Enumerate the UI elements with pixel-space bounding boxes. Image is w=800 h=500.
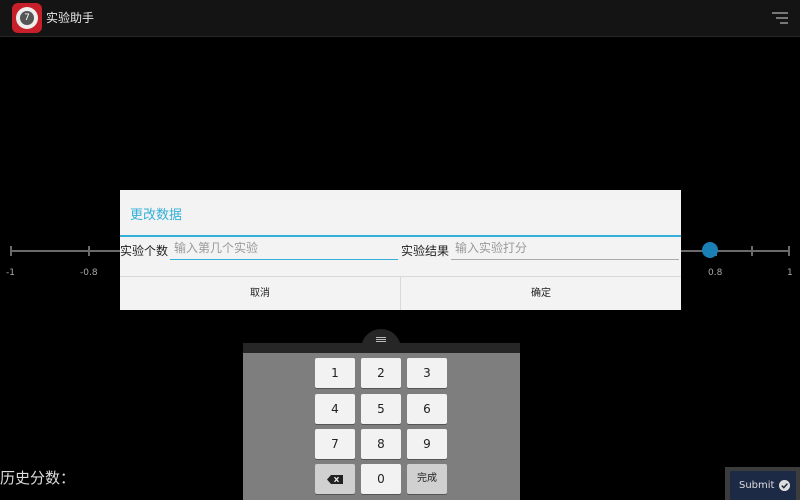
overflow-menu-icon[interactable] (772, 11, 788, 25)
key-4[interactable]: 4 (315, 394, 355, 424)
app-icon-badge: 7 (20, 11, 34, 25)
slider-tick (88, 246, 90, 256)
done-key[interactable]: 完成 (407, 464, 447, 494)
key-9[interactable]: 9 (407, 429, 447, 459)
experiment-result-input[interactable] (451, 238, 681, 258)
submit-label: Submit (739, 480, 775, 491)
keyboard-top-bar (243, 343, 520, 353)
experiment-number-input[interactable] (170, 238, 400, 258)
slider-tick (10, 246, 12, 256)
submit-container: Submit (725, 467, 800, 500)
key-2[interactable]: 2 (361, 358, 401, 388)
slider-tick-label: -0.8 (80, 268, 98, 278)
check-icon (779, 480, 790, 491)
slider-tick (788, 246, 790, 256)
key-6[interactable]: 6 (407, 394, 447, 424)
cancel-button[interactable]: 取消 (120, 277, 400, 310)
experiment-result-underline (451, 259, 679, 260)
ok-button[interactable]: 确定 (401, 277, 681, 310)
app-title: 实验助手 (46, 11, 95, 25)
numeric-keyboard: 1 2 3 4 5 6 7 8 9 0 完成 (243, 353, 520, 500)
backspace-icon (327, 475, 343, 484)
key-3[interactable]: 3 (407, 358, 447, 388)
slider-tick-label: 0.8 (708, 268, 723, 278)
slider-tick-label: 1 (787, 268, 793, 278)
experiment-number-underline (170, 259, 398, 260)
key-0[interactable]: 0 (361, 464, 401, 494)
experiment-number-label: 实验个数 (120, 244, 169, 258)
action-bar: 7 实验助手 (0, 0, 800, 37)
edit-data-dialog: 更改数据 实验个数 实验结果 取消 确定 (120, 190, 681, 310)
key-7[interactable]: 7 (315, 429, 355, 459)
dialog-title: 更改数据 (130, 208, 183, 223)
slider-tick (751, 246, 753, 256)
slider-tick-label: -1 (6, 268, 15, 278)
backspace-key[interactable] (315, 464, 355, 494)
app-icon[interactable]: 7 (12, 3, 42, 33)
experiment-result-label: 实验结果 (401, 244, 450, 258)
slider-thumb[interactable] (702, 242, 718, 258)
history-scores-label: 历史分数： (0, 469, 76, 487)
dialog-title-divider (120, 235, 681, 237)
key-8[interactable]: 8 (361, 429, 401, 459)
submit-button[interactable]: Submit (730, 471, 796, 500)
key-1[interactable]: 1 (315, 358, 355, 388)
key-5[interactable]: 5 (361, 394, 401, 424)
